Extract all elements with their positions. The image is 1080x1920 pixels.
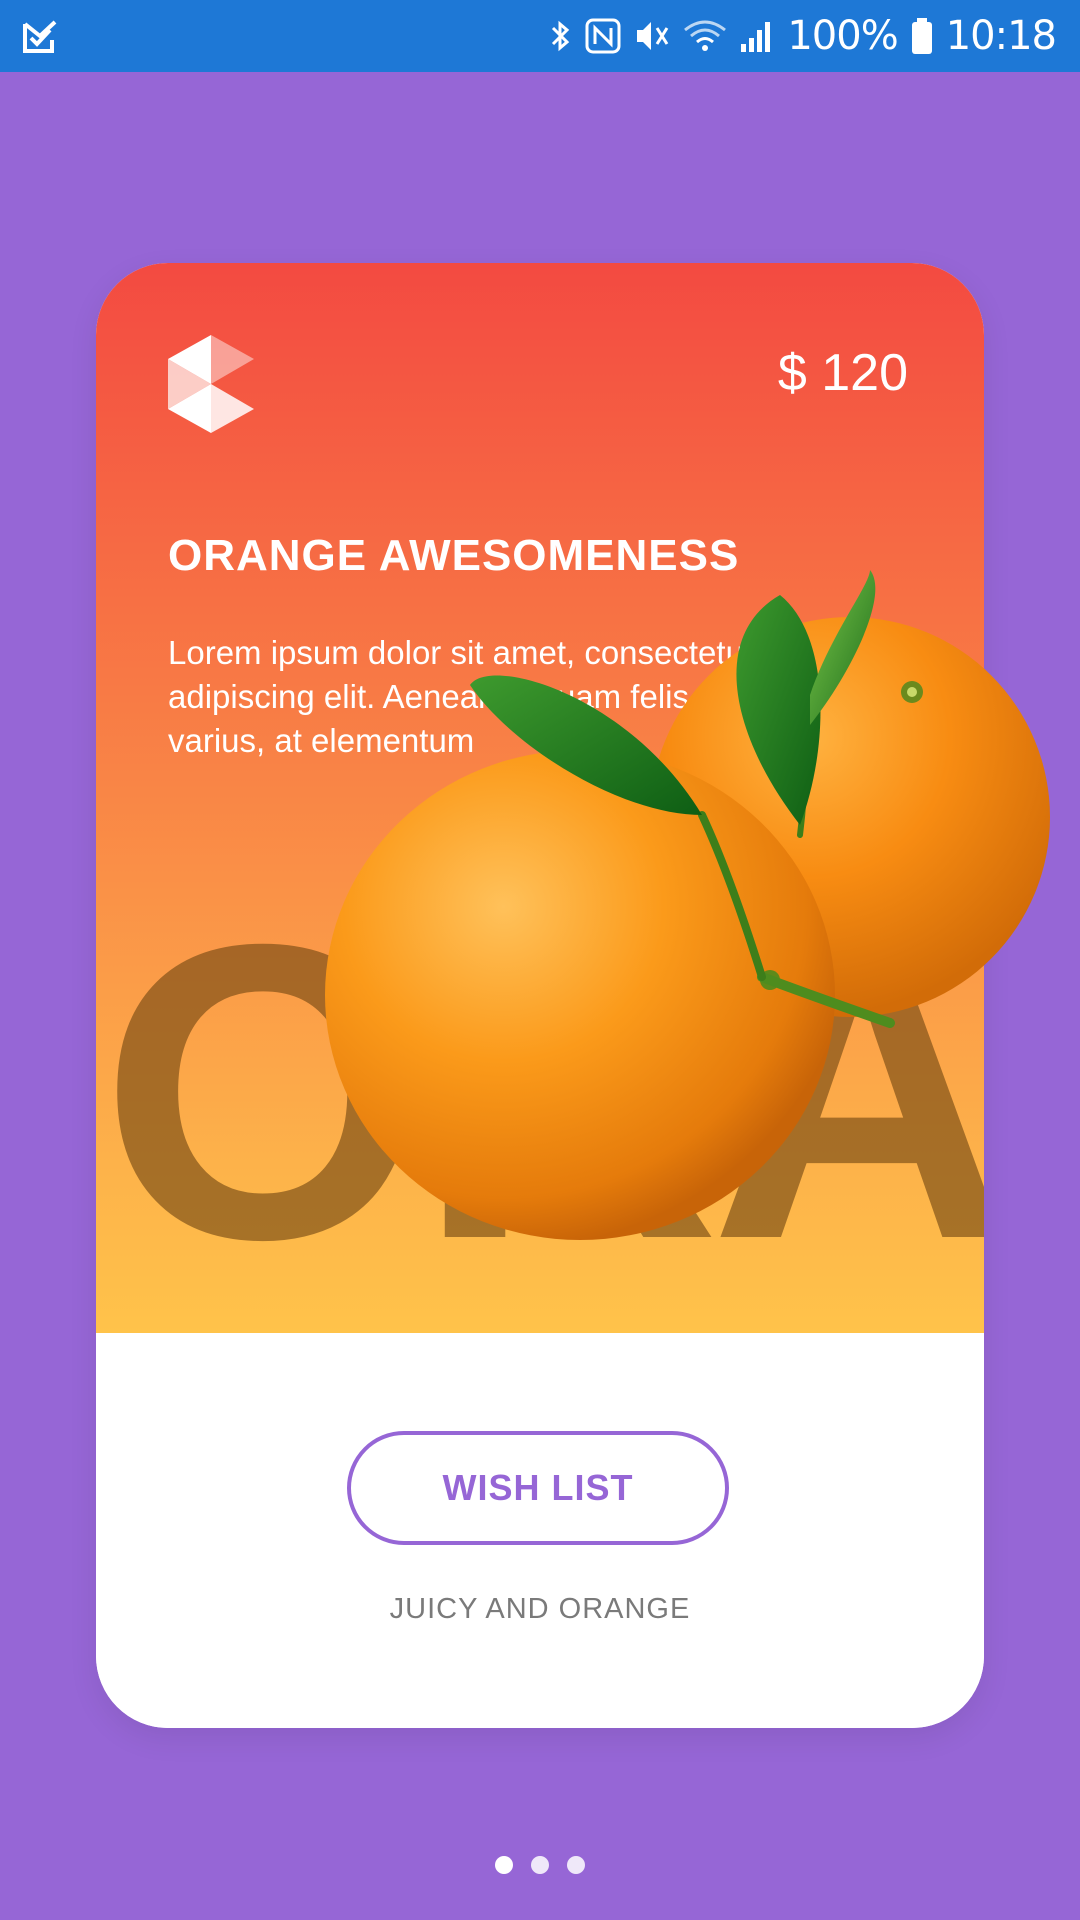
price-label: $ 120 (777, 344, 908, 402)
page-indicator (0, 1856, 1080, 1874)
bluetooth-icon (552, 20, 570, 52)
status-bar: 100% 10:18 (0, 0, 1080, 72)
product-title: ORANGE AWESOMENESS (168, 531, 740, 580)
vibrate-mute-icon (637, 22, 669, 50)
wifi-icon (684, 20, 727, 51)
wish-list-button[interactable]: WISH LIST (347, 1431, 729, 1545)
logo-icon (168, 335, 254, 433)
clock: 10:18 (945, 13, 1057, 59)
page-dot-3[interactable] (567, 1856, 585, 1874)
oranges-image (325, 570, 1050, 1240)
nfc-icon (585, 18, 621, 54)
page-dot-2[interactable] (531, 1856, 549, 1874)
battery-percent: 100% (787, 13, 898, 59)
battery-icon (911, 18, 932, 54)
product-subtitle: JUICY AND ORANGE (389, 1593, 691, 1625)
app-check-icon (23, 20, 57, 53)
page-dot-1[interactable] (495, 1856, 513, 1874)
card-footer: WISH LIST JUICY AND ORANGE (96, 1333, 984, 1728)
signal-icon (741, 22, 771, 52)
